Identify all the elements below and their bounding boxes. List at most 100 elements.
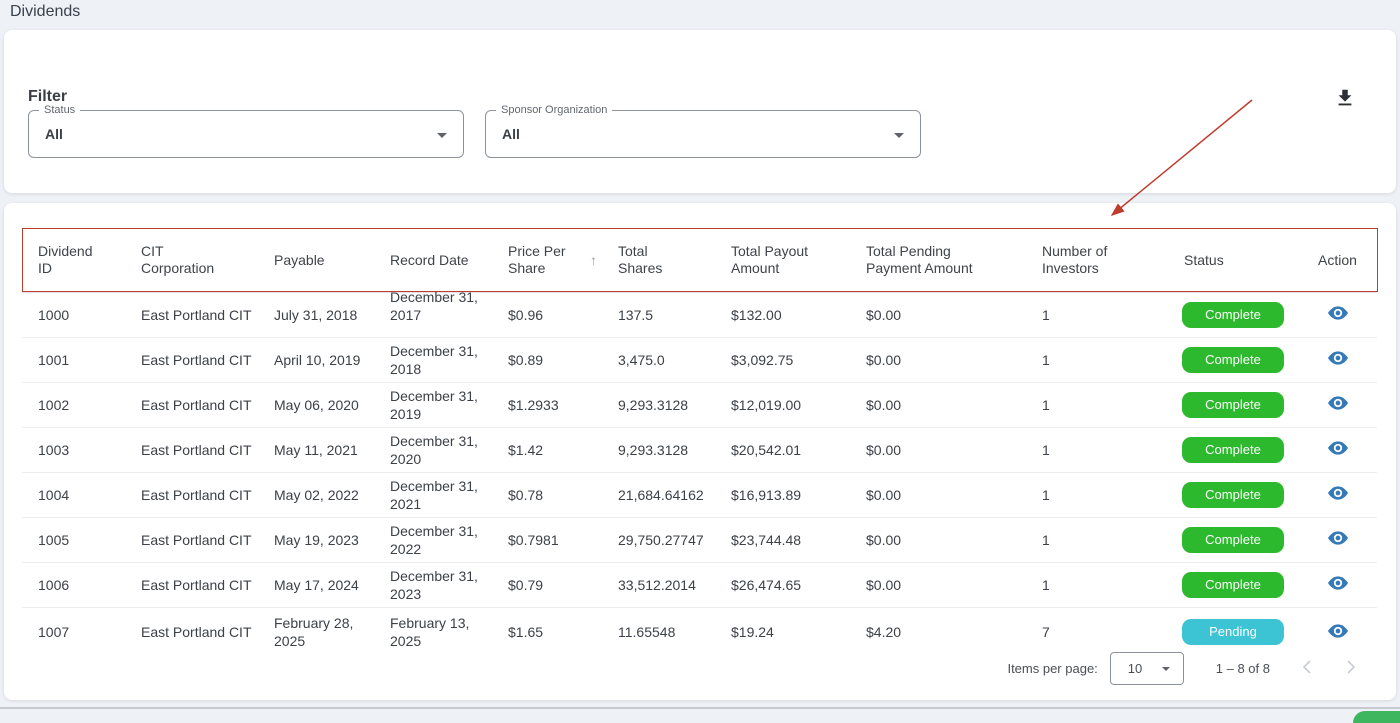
table-row: 1001 East Portland CIT April 10, 2019 De… <box>22 337 1377 382</box>
status-badge: Complete <box>1182 347 1284 373</box>
cell-number-of-investors: 7 <box>1026 607 1168 657</box>
cell-payable: February 28, 2025 <box>258 607 374 657</box>
cell-dividend-id: 1006 <box>22 562 125 607</box>
eye-icon[interactable] <box>1326 574 1350 595</box>
dividends-table: Dividend ID CIT Corporation Payable Reco… <box>22 228 1377 657</box>
table-row: 1002 East Portland CIT May 06, 2020 Dece… <box>22 382 1377 427</box>
cell-cit-corporation: East Portland CIT <box>125 607 258 657</box>
eye-icon[interactable] <box>1326 349 1350 370</box>
cell-record-date: December 31, 2018 <box>374 337 492 382</box>
cell-action <box>1302 382 1377 427</box>
cell-total-payout-amount: $12,019.00 <box>715 382 850 427</box>
col-header-payable[interactable]: Payable <box>258 228 374 292</box>
table-row: 1006 East Portland CIT May 17, 2024 Dece… <box>22 562 1377 607</box>
cell-record-date: December 31, 2023 <box>374 562 492 607</box>
col-header-total-pending-payment-amount[interactable]: Total Pending Payment Amount <box>850 228 1026 292</box>
cell-dividend-id: 1004 <box>22 472 125 517</box>
col-header-action: Action <box>1302 228 1377 292</box>
cell-total-payout-amount: $132.00 <box>715 292 850 337</box>
cell-total-shares: 3,475.0 <box>602 337 715 382</box>
cell-total-payout-amount: $23,744.48 <box>715 517 850 562</box>
cell-total-pending-payment-amount: $0.00 <box>850 427 1026 472</box>
cell-payable: May 06, 2020 <box>258 382 374 427</box>
chevron-right-icon[interactable] <box>1343 656 1360 681</box>
cell-cit-corporation: East Portland CIT <box>125 427 258 472</box>
cell-number-of-investors: 1 <box>1026 562 1168 607</box>
cell-total-pending-payment-amount: $0.00 <box>850 472 1026 517</box>
chevron-down-icon <box>894 133 904 138</box>
col-header-cit-corporation[interactable]: CIT Corporation <box>125 228 258 292</box>
status-filter-select[interactable]: Status All <box>28 110 464 158</box>
status-badge: Complete <box>1182 437 1284 463</box>
col-header-number-of-investors[interactable]: Number of Investors <box>1026 228 1168 292</box>
status-badge: Complete <box>1182 527 1284 553</box>
col-header-total-payout-amount[interactable]: Total Payout Amount <box>715 228 850 292</box>
cell-price-per-share: $0.79 <box>492 562 602 607</box>
items-per-page-label: Items per page: <box>1007 661 1097 676</box>
items-per-page-select[interactable]: 10 <box>1110 652 1184 685</box>
col-header-dividend-id[interactable]: Dividend ID <box>22 228 125 292</box>
pagination-range-label: 1 – 8 of 8 <box>1216 661 1270 676</box>
cell-action <box>1302 292 1377 337</box>
cell-number-of-investors: 1 <box>1026 382 1168 427</box>
cell-payable: May 02, 2022 <box>258 472 374 517</box>
cell-action <box>1302 337 1377 382</box>
filter-card: Filter Status All Sponsor Organization A… <box>4 30 1396 193</box>
status-filter-label: Status <box>39 104 80 116</box>
eye-icon[interactable] <box>1326 484 1350 505</box>
cell-status: Complete <box>1168 427 1302 472</box>
status-badge: Complete <box>1182 302 1284 328</box>
cell-price-per-share: $0.96 <box>492 292 602 337</box>
window-divider <box>0 707 1400 709</box>
cell-price-per-share: $1.42 <box>492 427 602 472</box>
cell-total-shares: 33,512.2014 <box>602 562 715 607</box>
cell-cit-corporation: East Portland CIT <box>125 337 258 382</box>
cell-price-per-share: $1.2933 <box>492 382 602 427</box>
cell-total-pending-payment-amount: $0.00 <box>850 292 1026 337</box>
pagination: Items per page: 10 1 – 8 of 8 <box>1007 652 1360 685</box>
cell-payable: July 31, 2018 <box>258 292 374 337</box>
eye-icon[interactable] <box>1326 622 1350 643</box>
dividends-table-card: Dividend ID CIT Corporation Payable Reco… <box>4 203 1396 700</box>
cell-price-per-share: $1.65 <box>492 607 602 657</box>
cell-cit-corporation: East Portland CIT <box>125 517 258 562</box>
cell-total-pending-payment-amount: $4.20 <box>850 607 1026 657</box>
col-header-total-shares[interactable]: Total Shares <box>602 228 715 292</box>
cell-total-pending-payment-amount: $0.00 <box>850 517 1026 562</box>
cell-dividend-id: 1002 <box>22 382 125 427</box>
col-header-record-date[interactable]: Record Date <box>374 228 492 292</box>
col-header-status[interactable]: Status <box>1168 228 1302 292</box>
cell-action <box>1302 562 1377 607</box>
cell-action <box>1302 472 1377 517</box>
cell-payable: May 17, 2024 <box>258 562 374 607</box>
cell-number-of-investors: 1 <box>1026 292 1168 337</box>
cell-status: Complete <box>1168 292 1302 337</box>
cell-total-pending-payment-amount: $0.00 <box>850 337 1026 382</box>
status-filter-value: All <box>45 126 63 142</box>
chevron-left-icon[interactable] <box>1298 656 1315 681</box>
status-badge: Complete <box>1182 482 1284 508</box>
col-header-price-per-share[interactable]: Price Per Share ↑ <box>492 228 602 292</box>
cell-total-payout-amount: $19.24 <box>715 607 850 657</box>
cell-status: Complete <box>1168 562 1302 607</box>
cell-dividend-id: 1000 <box>22 292 125 337</box>
chat-widget-button[interactable] <box>1353 711 1400 723</box>
eye-icon[interactable] <box>1326 304 1350 325</box>
cell-number-of-investors: 1 <box>1026 517 1168 562</box>
cell-total-pending-payment-amount: $0.00 <box>850 562 1026 607</box>
cell-status: Complete <box>1168 517 1302 562</box>
download-icon[interactable] <box>1332 86 1358 112</box>
sponsor-organization-filter-select[interactable]: Sponsor Organization All <box>485 110 921 158</box>
sponsor-organization-filter-value: All <box>502 126 520 142</box>
cell-record-date: December 31, 2019 <box>374 382 492 427</box>
eye-icon[interactable] <box>1326 529 1350 550</box>
eye-icon[interactable] <box>1326 439 1350 460</box>
cell-dividend-id: 1001 <box>22 337 125 382</box>
table-row: 1007 East Portland CIT February 28, 2025… <box>22 607 1377 657</box>
cell-payable: May 19, 2023 <box>258 517 374 562</box>
cell-status: Complete <box>1168 382 1302 427</box>
chevron-down-icon <box>437 133 447 138</box>
eye-icon[interactable] <box>1326 394 1350 415</box>
cell-status: Complete <box>1168 472 1302 517</box>
cell-total-payout-amount: $3,092.75 <box>715 337 850 382</box>
